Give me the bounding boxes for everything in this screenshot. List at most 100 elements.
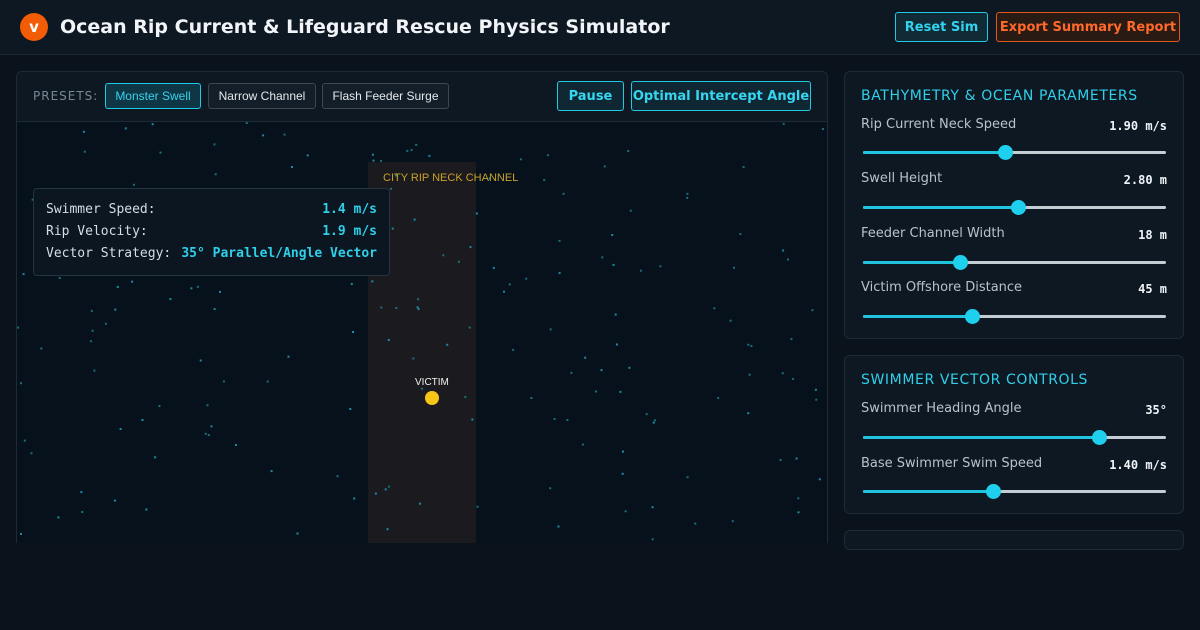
water-particle [651,506,654,509]
water-particle [627,150,630,152]
water-particle [406,149,409,152]
water-particle [395,307,398,310]
water-particle [283,133,286,136]
water-particle [154,456,157,459]
water-particle [91,329,94,332]
water-particle [390,187,392,190]
water-particle [416,306,419,309]
water-particle [503,290,505,293]
water-particle [386,528,389,531]
app-header: v Ocean Rip Current & Lifeguard Rescue P… [0,0,1200,55]
water-particle [81,511,84,513]
water-particle [558,239,561,242]
victim-distance-slider[interactable] [863,309,1166,324]
water-particle [553,417,556,420]
water-particle [388,485,391,488]
app-logo-icon: v [20,13,48,41]
preset-flash-feeder-surge-button[interactable]: Flash Feeder Surge [322,83,449,109]
preset-narrow-channel-button[interactable]: Narrow Channel [208,83,316,109]
water-particle [600,369,603,372]
feeder-width-slider[interactable] [863,255,1166,270]
water-particle [476,505,479,508]
swim-speed-slider[interactable] [863,484,1166,499]
water-particle [428,154,431,157]
swell-height-slider[interactable] [863,200,1166,215]
slider-thumb[interactable] [998,145,1014,160]
water-particle [686,192,689,195]
stat-value: 1.4 m/s [322,202,377,217]
water-particle [624,510,627,513]
water-particle [20,382,22,385]
slider-thumb[interactable] [1010,200,1026,215]
water-particle [594,390,597,393]
water-particle [815,398,818,401]
slider-thumb[interactable] [952,255,968,270]
preset-monster-swell-button[interactable]: Monster Swell [105,83,201,109]
water-particle [90,309,93,312]
slider-thumb[interactable] [986,484,1002,499]
swim-speed-value: 1.40 m/s [1109,458,1167,472]
water-particle [132,183,135,186]
water-particle [58,277,61,279]
water-particle [557,525,560,528]
reset-sim-button[interactable]: Reset Sim [895,12,988,42]
water-particle [291,166,293,168]
water-particle [374,492,377,495]
water-particle [57,516,60,519]
water-particle [296,532,299,535]
water-particle [797,511,800,514]
water-particle [570,371,573,374]
slider-fill [863,151,1006,154]
water-particle [114,308,117,311]
slider-thumb[interactable] [1092,430,1108,445]
water-particle [141,419,144,421]
water-particle [204,432,207,435]
water-particle [747,412,750,415]
water-particle [457,260,460,263]
heading-angle-slider[interactable] [863,430,1166,445]
water-particle [492,266,495,269]
water-particle [190,287,193,290]
water-particle [622,450,624,453]
water-particle [415,143,418,146]
water-particle [519,158,522,161]
water-particle [651,538,654,541]
water-particle [525,277,528,280]
export-summary-button[interactable]: Export Summary Report [996,12,1180,42]
water-particle [616,343,618,346]
swimmer-controls-title: SWIMMER VECTOR CONTROLS [861,372,1089,388]
optimal-intercept-angle-button[interactable]: Optimal Intercept Angle [631,81,811,111]
water-particle [686,196,689,199]
water-particle [717,396,720,399]
water-particle [464,396,467,398]
water-particle [814,388,817,391]
rip-neck-speed-value: 1.90 m/s [1109,119,1167,133]
water-particle [601,256,604,259]
water-particle [543,179,546,182]
water-particle [446,343,449,346]
water-particle [119,428,122,430]
pause-button[interactable]: Pause [557,81,624,111]
water-particle [116,285,119,288]
ocean-canvas[interactable]: CITY RIP NECK CHANNEL VICTIM Swimmer Spe… [17,122,827,543]
victim-marker[interactable] [425,391,439,405]
water-particle [410,148,413,151]
water-particle [113,499,116,502]
water-particle [628,366,631,369]
water-particle [779,459,782,462]
victim-distance-value: 45 m [1138,282,1167,296]
water-particle [694,522,697,525]
water-particle [159,151,162,154]
rip-neck-speed-slider[interactable] [863,145,1166,160]
water-particle [639,269,642,272]
heading-angle-value: 35° [1145,403,1167,417]
water-particle [566,419,569,421]
stat-value: 1.9 m/s [322,224,377,239]
water-particle [782,249,785,252]
slider-thumb[interactable] [965,309,981,324]
water-particle [612,263,615,266]
water-particle [219,290,221,293]
water-particle [750,345,753,348]
swell-height-value: 2.80 m [1123,173,1167,187]
water-particle [412,357,415,360]
